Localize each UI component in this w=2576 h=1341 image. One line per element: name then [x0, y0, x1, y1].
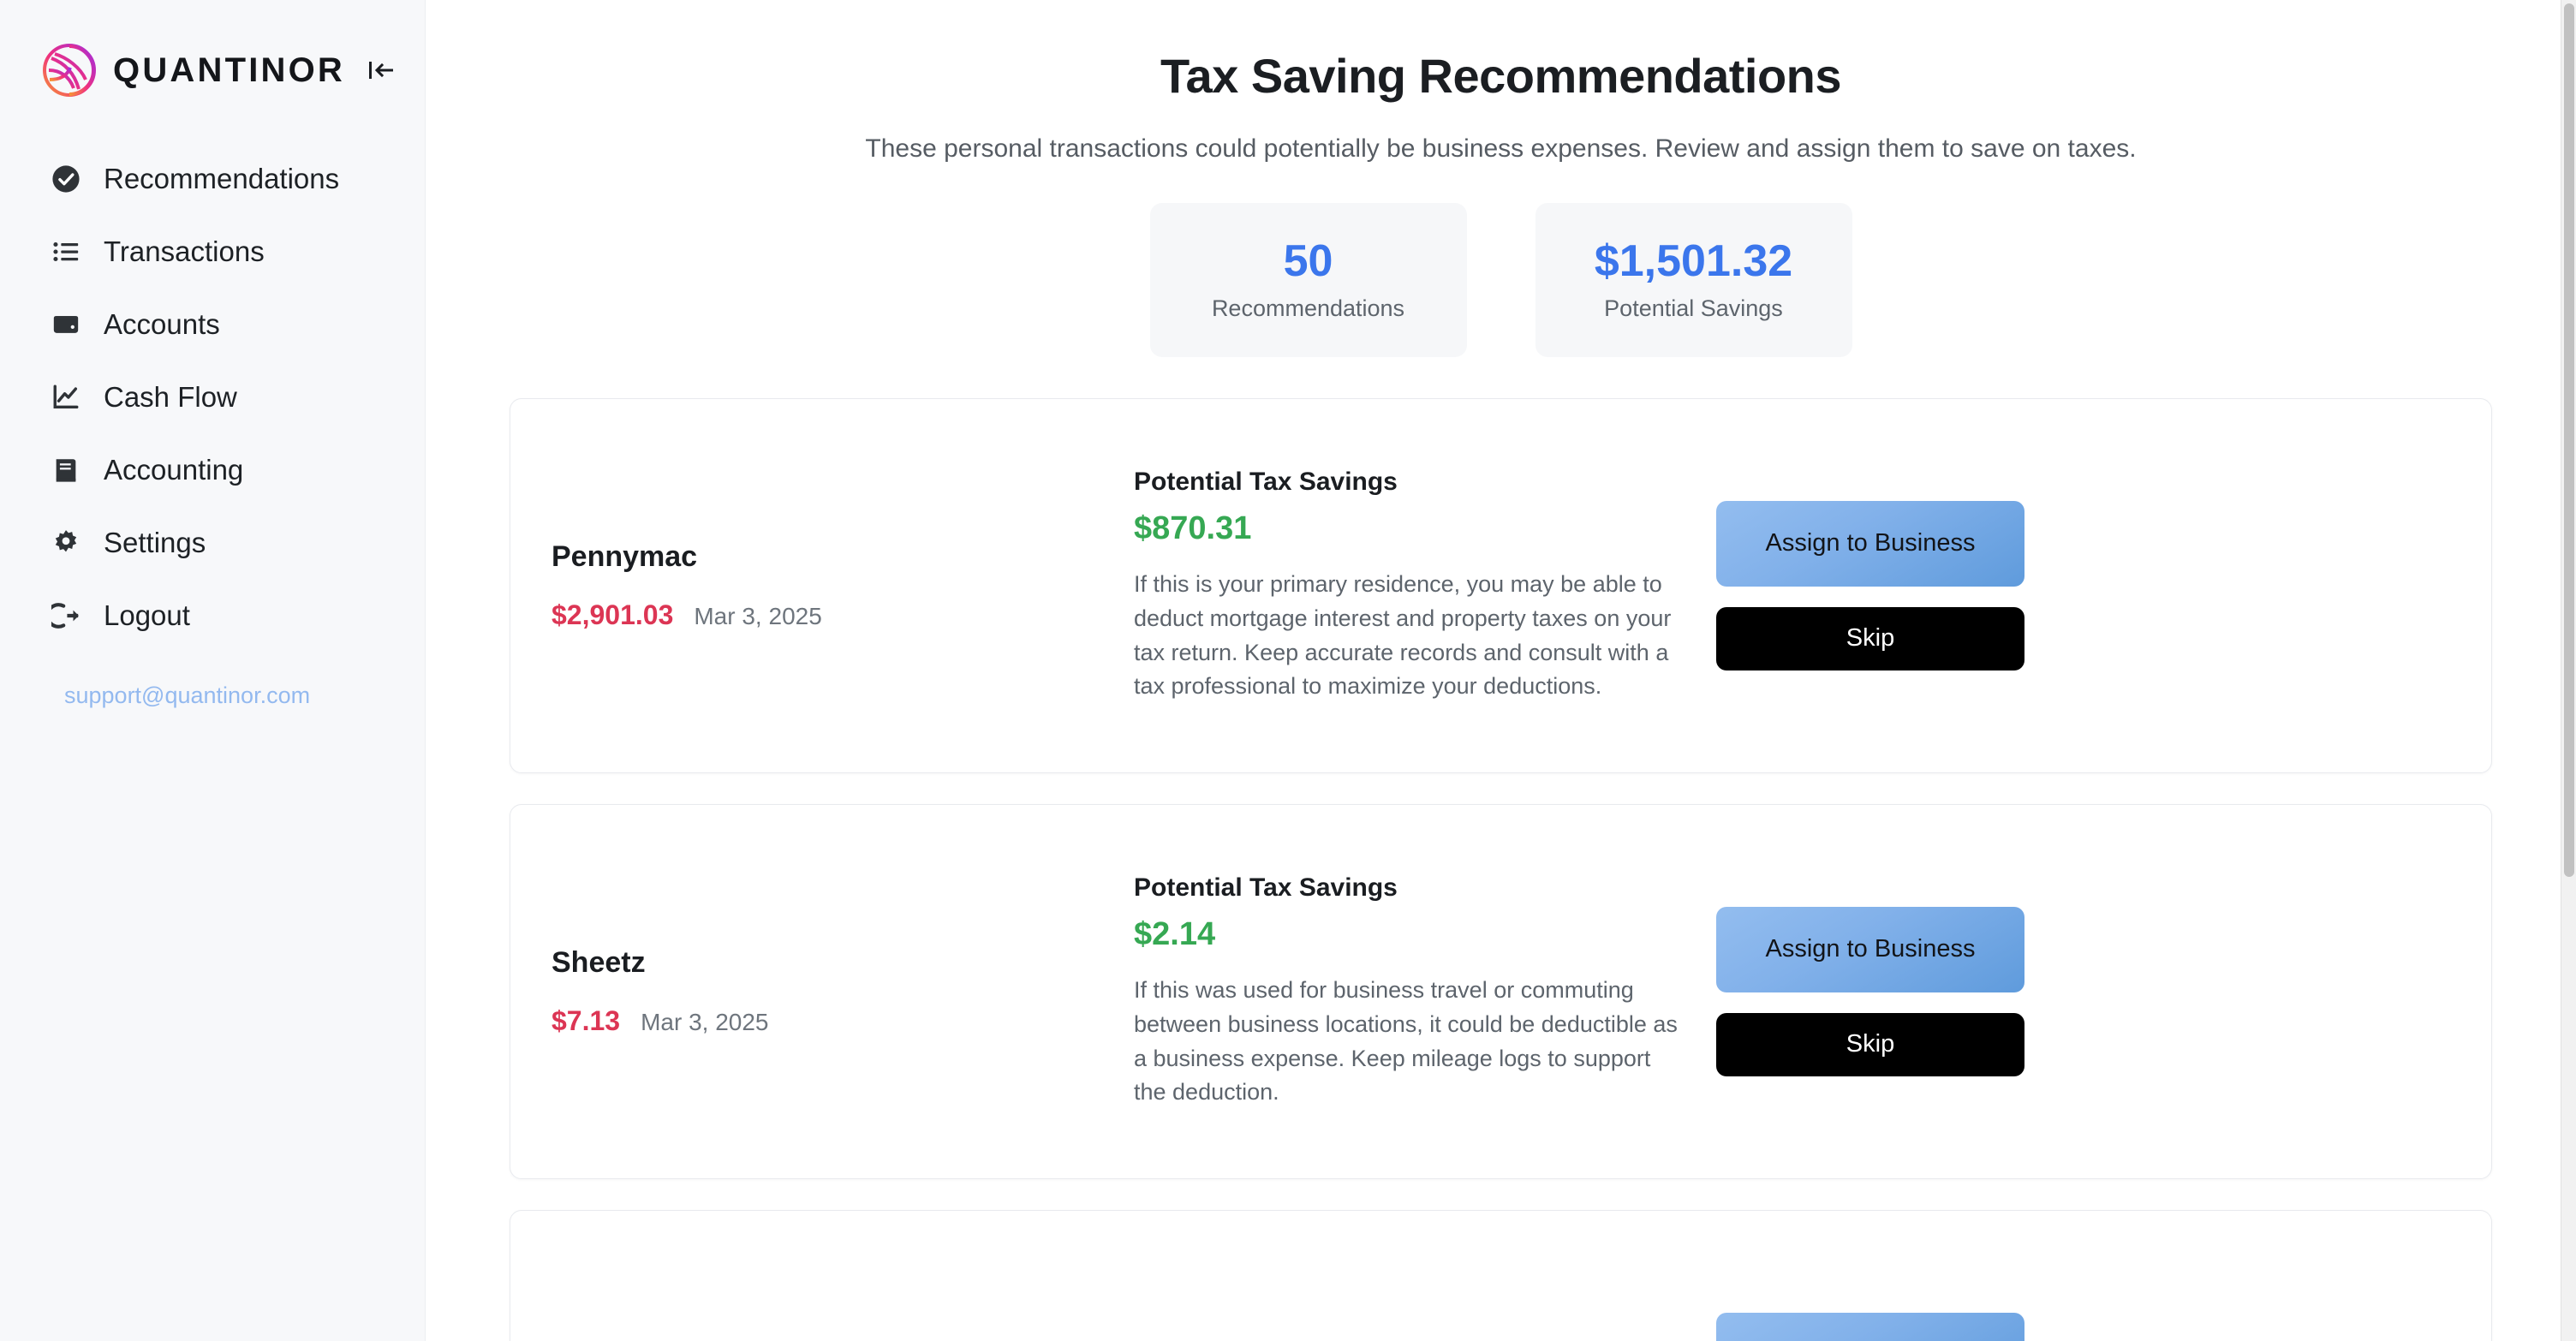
transaction-amount: $7.13: [552, 1005, 621, 1036]
savings-value: $870.31: [1134, 510, 1252, 546]
transaction-date: Mar 3, 2025: [641, 1009, 769, 1035]
sidebar-item-label: Logout: [104, 599, 190, 631]
stat-value: $1,501.32: [1594, 235, 1793, 286]
logout-icon: [50, 599, 82, 632]
page-title: Tax Saving Recommendations: [1160, 49, 1842, 103]
sidebar-item-settings[interactable]: Settings: [0, 506, 425, 579]
check-circle-icon: [50, 163, 82, 195]
page-subtitle: These personal transactions could potent…: [865, 134, 2137, 163]
brand: QUANTINOR: [0, 39, 425, 101]
support-email-link[interactable]: support@quantinor.com: [0, 682, 425, 709]
transaction-summary: Pennymac $2,901.03 Mar 3, 2025: [552, 540, 1134, 631]
savings-description: If this was used for business travel or …: [1134, 976, 1678, 1106]
skip-button[interactable]: Skip: [1716, 1013, 2024, 1076]
savings-value: $2.14: [1134, 915, 1216, 952]
list-icon: [50, 235, 82, 268]
sidebar-item-cash-flow[interactable]: Cash Flow: [0, 361, 425, 433]
sidebar-item-label: Cash Flow: [104, 380, 237, 413]
amount-row: $2,901.03 Mar 3, 2025: [552, 599, 1134, 631]
collapse-sidebar-icon[interactable]: [367, 57, 397, 83]
sidebar: QUANTINOR Recommendations Transactions A…: [0, 0, 426, 1341]
stat-label: Potential Savings: [1604, 295, 1783, 321]
skip-button[interactable]: Skip: [1716, 607, 2024, 670]
app-root: QUANTINOR Recommendations Transactions A…: [0, 0, 2576, 1341]
book-icon: [50, 454, 82, 486]
sidebar-item-label: Settings: [104, 526, 206, 558]
page-scrollbar-thumb[interactable]: [2564, 3, 2574, 877]
card-actions: Assign to Business Skip: [1716, 501, 2024, 670]
brand-name: QUANTINOR: [113, 51, 346, 89]
wallet-icon: [50, 308, 82, 341]
card-actions: Assign to Business Skip: [1716, 1313, 2024, 1341]
sidebar-nav: Recommendations Transactions Accounts Ca…: [0, 142, 425, 652]
savings-details: Potential Tax Savings $870.31 If this is…: [1134, 468, 1716, 705]
savings-label: Potential Tax Savings: [1134, 873, 1398, 902]
sidebar-item-label: Recommendations: [104, 162, 340, 194]
card-actions: Assign to Business Skip: [1716, 907, 2024, 1076]
transaction-date: Mar 3, 2025: [694, 603, 822, 629]
stat-label: Recommendations: [1211, 295, 1405, 321]
recommendation-card: Sheetz Potential Tax Savings $8.72 Assig…: [510, 1210, 2492, 1341]
recommendation-card: Sheetz $7.13 Mar 3, 2025 Potential Tax S…: [510, 804, 2492, 1179]
assign-to-business-button[interactable]: Assign to Business: [1716, 1313, 2024, 1341]
sidebar-item-transactions[interactable]: Transactions: [0, 215, 425, 288]
savings-label: Potential Tax Savings: [1134, 467, 1398, 496]
chart-line-icon: [50, 381, 82, 414]
sidebar-item-label: Accounts: [104, 307, 220, 340]
assign-to-business-button[interactable]: Assign to Business: [1716, 501, 2024, 587]
assign-to-business-button[interactable]: Assign to Business: [1716, 907, 2024, 992]
recommendations-list: Pennymac $2,901.03 Mar 3, 2025 Potential…: [426, 398, 2576, 1341]
merchant-name: Pennymac: [552, 540, 698, 573]
quantinor-swirl-logo: [41, 42, 98, 98]
savings-description: If this is your primary residence, you m…: [1134, 570, 1672, 700]
stats-row: 50 Recommendations $1,501.32 Potential S…: [426, 203, 2576, 357]
transaction-summary: Sheetz $7.13 Mar 3, 2025: [552, 946, 1134, 1037]
sidebar-item-label: Transactions: [104, 235, 265, 267]
page-scrollbar[interactable]: [2561, 0, 2576, 1341]
sidebar-item-logout[interactable]: Logout: [0, 579, 425, 652]
main-content: Tax Saving Recommendations These persona…: [426, 0, 2576, 1341]
merchant-name: Sheetz: [552, 946, 646, 979]
sidebar-item-label: Accounting: [104, 453, 244, 486]
sidebar-item-accounting[interactable]: Accounting: [0, 433, 425, 506]
amount-row: $7.13 Mar 3, 2025: [552, 1005, 1134, 1037]
stat-card-recommendations: 50 Recommendations: [1149, 203, 1467, 357]
recommendation-card: Pennymac $2,901.03 Mar 3, 2025 Potential…: [510, 398, 2492, 773]
transaction-amount: $2,901.03: [552, 599, 674, 630]
gear-icon: [50, 527, 82, 559]
stat-card-potential-savings: $1,501.32 Potential Savings: [1535, 203, 1852, 357]
sidebar-item-recommendations[interactable]: Recommendations: [0, 142, 425, 215]
savings-details: Potential Tax Savings $2.14 If this was …: [1134, 873, 1716, 1111]
sidebar-item-accounts[interactable]: Accounts: [0, 288, 425, 361]
stat-value: 50: [1283, 235, 1333, 286]
